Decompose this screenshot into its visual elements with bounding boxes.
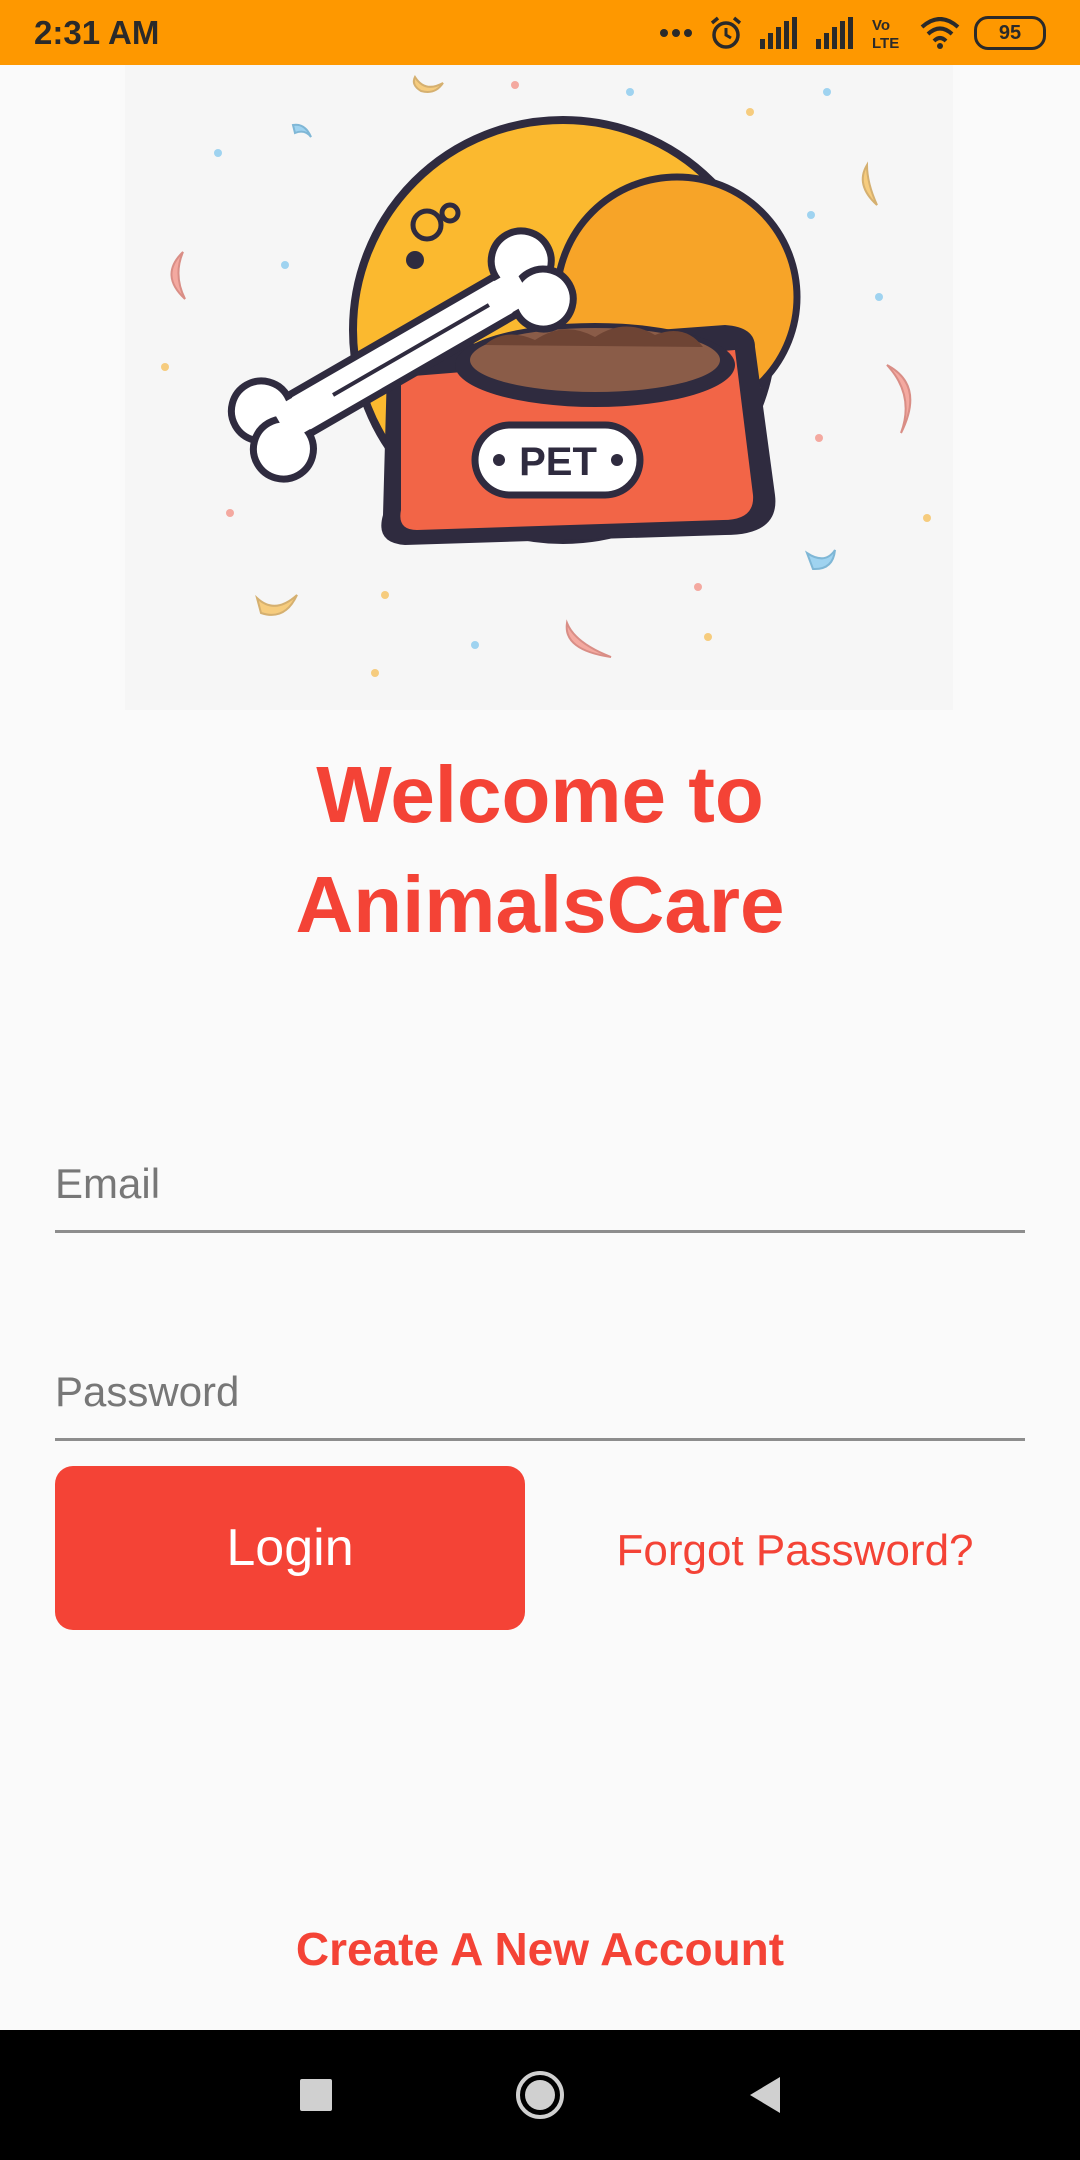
battery-icon: 95 (974, 16, 1046, 50)
welcome-line-2: AnimalsCare (295, 860, 785, 949)
volte-icon: VoLTE (872, 17, 899, 50)
home-button[interactable] (510, 2065, 570, 2125)
hero-illustration: PET (125, 65, 953, 710)
alarm-icon (710, 16, 742, 49)
wifi-icon (920, 17, 960, 49)
welcome-line-1: Welcome to (316, 750, 764, 839)
welcome-title: Welcome to AnimalsCare (0, 740, 1080, 960)
forgot-password-link[interactable]: Forgot Password? (560, 1526, 1030, 1576)
password-input[interactable] (55, 1368, 1025, 1416)
status-time: 2:31 AM (34, 14, 160, 51)
recent-apps-button[interactable] (286, 2065, 346, 2125)
recent-apps-icon (300, 2079, 332, 2111)
back-button[interactable] (734, 2065, 794, 2125)
login-button[interactable]: Login (55, 1466, 525, 1630)
home-icon (516, 2071, 564, 2119)
status-icons: Vo LTE 95 (658, 12, 1046, 54)
svg-text:Vo: Vo (872, 17, 890, 34)
bowl-label: PET (519, 440, 597, 484)
password-field[interactable] (55, 1308, 1025, 1441)
back-icon (750, 2077, 780, 2113)
signal-icon (760, 17, 797, 49)
email-field[interactable] (55, 1100, 1025, 1233)
navigation-bar (0, 2030, 1080, 2160)
pet-bowl-illustration: PET (161, 74, 931, 677)
signal-icon (816, 17, 853, 49)
create-account-link[interactable]: Create A New Account (0, 1922, 1080, 1976)
svg-text:LTE: LTE (872, 35, 899, 50)
email-input[interactable] (55, 1160, 1025, 1208)
more-dots-icon (660, 29, 692, 37)
status-bar: 2:31 AM Vo LTE 95 (0, 0, 1080, 65)
